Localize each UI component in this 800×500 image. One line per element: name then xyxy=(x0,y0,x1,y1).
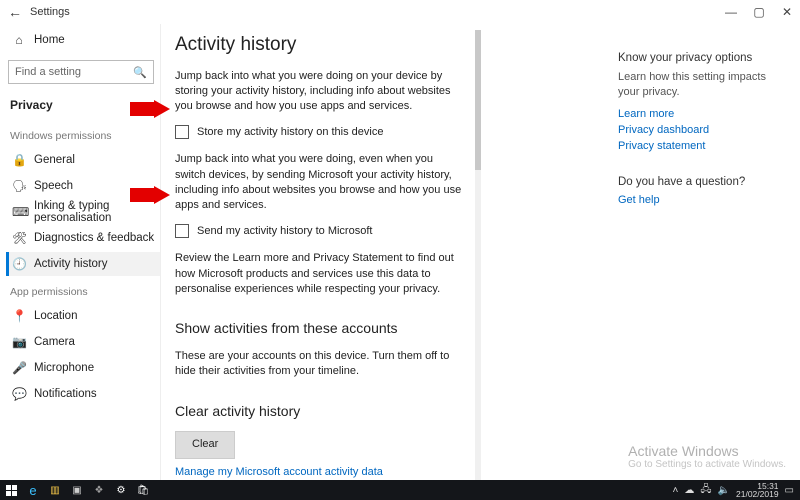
checkbox-store-label: Store my activity history on this device xyxy=(197,125,383,140)
clear-button[interactable]: Clear xyxy=(175,431,235,458)
sidebar: ⌂ Home Find a setting 🔍 Privacy Windows … xyxy=(0,24,160,480)
checkbox-row-store[interactable]: Store my activity history on this device xyxy=(175,125,465,140)
start-button[interactable] xyxy=(0,480,22,500)
tray-network-icon[interactable]: 🖧 xyxy=(700,482,711,499)
sidebar-item-label: General xyxy=(34,154,75,166)
privacy-review-paragraph: Review the Learn more and Privacy Statem… xyxy=(175,251,465,297)
checkbox-send-history[interactable] xyxy=(175,224,189,238)
taskbar-settings[interactable]: ⚙ xyxy=(110,480,132,500)
sidebar-item-label: Notifications xyxy=(34,388,97,400)
home-icon: ⌂ xyxy=(12,33,26,47)
sidebar-item-activity-history[interactable]: 🕘 Activity history xyxy=(6,252,160,276)
lock-icon: 🔒 xyxy=(12,153,26,167)
sidebar-item-location[interactable]: 📍 Location xyxy=(6,304,160,328)
sidebar-item-label: Diagnostics & feedback xyxy=(34,232,154,244)
clock-date: 21/02/2019 xyxy=(736,490,779,499)
sidebar-home[interactable]: ⌂ Home xyxy=(6,28,160,52)
search-icon: 🔍 xyxy=(133,66,147,79)
content-scrollbar[interactable] xyxy=(475,30,481,480)
aside-desc-privacy: Learn how this setting impacts your priv… xyxy=(618,70,788,100)
intro-paragraph-1: Jump back into what you were doing on yo… xyxy=(175,69,465,115)
tray-chevron-icon[interactable]: ˄ xyxy=(673,485,679,496)
intro-paragraph-2: Jump back into what you were doing, even… xyxy=(175,152,465,214)
subheading-clear: Clear activity history xyxy=(175,402,465,422)
link-privacy-statement[interactable]: Privacy statement xyxy=(618,140,788,152)
window-title: Settings xyxy=(30,6,70,18)
aside-pane: Know your privacy options Learn how this… xyxy=(618,30,788,480)
main-area: Activity history Jump back into what you… xyxy=(160,24,800,480)
camera-icon: 📷 xyxy=(12,335,26,349)
sidebar-section-app-permissions: App permissions xyxy=(6,278,160,302)
microphone-icon: 🎤 xyxy=(12,361,26,375)
checkbox-store-history[interactable] xyxy=(175,125,189,139)
history-icon: 🕘 xyxy=(12,257,26,271)
minimize-button[interactable]: — xyxy=(724,5,738,19)
sidebar-item-camera[interactable]: 📷 Camera xyxy=(6,330,160,354)
taskbar-explorer[interactable]: ▥ xyxy=(44,480,66,500)
checkbox-send-label: Send my activity history to Microsoft xyxy=(197,224,372,239)
sidebar-item-label: Camera xyxy=(34,336,75,348)
speech-icon: 🗣 xyxy=(12,179,26,193)
manage-account-link[interactable]: Manage my Microsoft account activity dat… xyxy=(175,465,465,480)
taskbar-clock[interactable]: 15:31 21/02/2019 xyxy=(736,482,779,499)
annotation-arrow-1 xyxy=(130,100,170,118)
back-button[interactable]: ← xyxy=(6,4,24,20)
link-get-help[interactable]: Get help xyxy=(618,194,788,206)
tray-action-center-icon[interactable]: ▭ xyxy=(785,485,794,496)
aside-title-privacy: Know your privacy options xyxy=(618,52,788,64)
sidebar-item-label: Location xyxy=(34,310,77,322)
window-controls: — ▢ ✕ xyxy=(724,5,794,19)
system-tray: ˄ ☁ 🖧 🔈 15:31 21/02/2019 ▭ xyxy=(673,482,800,499)
sidebar-item-label: Speech xyxy=(34,180,73,192)
search-input[interactable]: Find a setting 🔍 xyxy=(8,60,154,84)
aside-title-question: Do you have a question? xyxy=(618,176,788,188)
sidebar-section-windows-permissions: Windows permissions xyxy=(6,122,160,146)
scrollbar-thumb[interactable] xyxy=(475,30,481,170)
taskbar-terminal[interactable]: ▣ xyxy=(66,480,88,500)
sidebar-item-label: Activity history xyxy=(34,258,108,270)
link-privacy-dashboard[interactable]: Privacy dashboard xyxy=(618,124,788,136)
taskbar: e ▥ ▣ ❖ ⚙ 🛍 ˄ ☁ 🖧 🔈 15:31 21/02/2019 ▭ xyxy=(0,480,800,500)
link-learn-more[interactable]: Learn more xyxy=(618,108,788,120)
location-icon: 📍 xyxy=(12,309,26,323)
taskbar-edge[interactable]: e xyxy=(22,480,44,500)
taskbar-store[interactable]: 🛍 xyxy=(132,480,154,500)
keyboard-icon: ⌨ xyxy=(12,205,26,219)
feedback-icon: 🛠 xyxy=(12,231,26,245)
sidebar-item-diagnostics[interactable]: 🛠 Diagnostics & feedback xyxy=(6,226,160,250)
sidebar-home-label: Home xyxy=(34,34,65,46)
search-placeholder: Find a setting xyxy=(15,66,133,78)
taskbar-app-1[interactable]: ❖ xyxy=(88,480,110,500)
notifications-icon: 💬 xyxy=(12,387,26,401)
subheading-accounts: Show activities from these accounts xyxy=(175,319,465,339)
sidebar-item-general[interactable]: 🔒 General xyxy=(6,148,160,172)
checkbox-row-send[interactable]: Send my activity history to Microsoft xyxy=(175,224,465,239)
sidebar-item-microphone[interactable]: 🎤 Microphone xyxy=(6,356,160,380)
sidebar-item-notifications[interactable]: 💬 Notifications xyxy=(6,382,160,406)
accounts-paragraph: These are your accounts on this device. … xyxy=(175,349,465,380)
annotation-arrow-2 xyxy=(130,186,170,204)
tray-onedrive-icon[interactable]: ☁ xyxy=(684,485,694,496)
sidebar-item-label: Microphone xyxy=(34,362,94,374)
page-title: Activity history xyxy=(175,32,465,59)
content-pane: Activity history Jump back into what you… xyxy=(175,30,475,480)
close-button[interactable]: ✕ xyxy=(780,5,794,19)
titlebar: ← Settings — ▢ ✕ xyxy=(0,0,800,24)
windows-logo-icon xyxy=(6,485,17,496)
maximize-button[interactable]: ▢ xyxy=(752,5,766,19)
tray-volume-icon[interactable]: 🔈 xyxy=(718,485,730,496)
